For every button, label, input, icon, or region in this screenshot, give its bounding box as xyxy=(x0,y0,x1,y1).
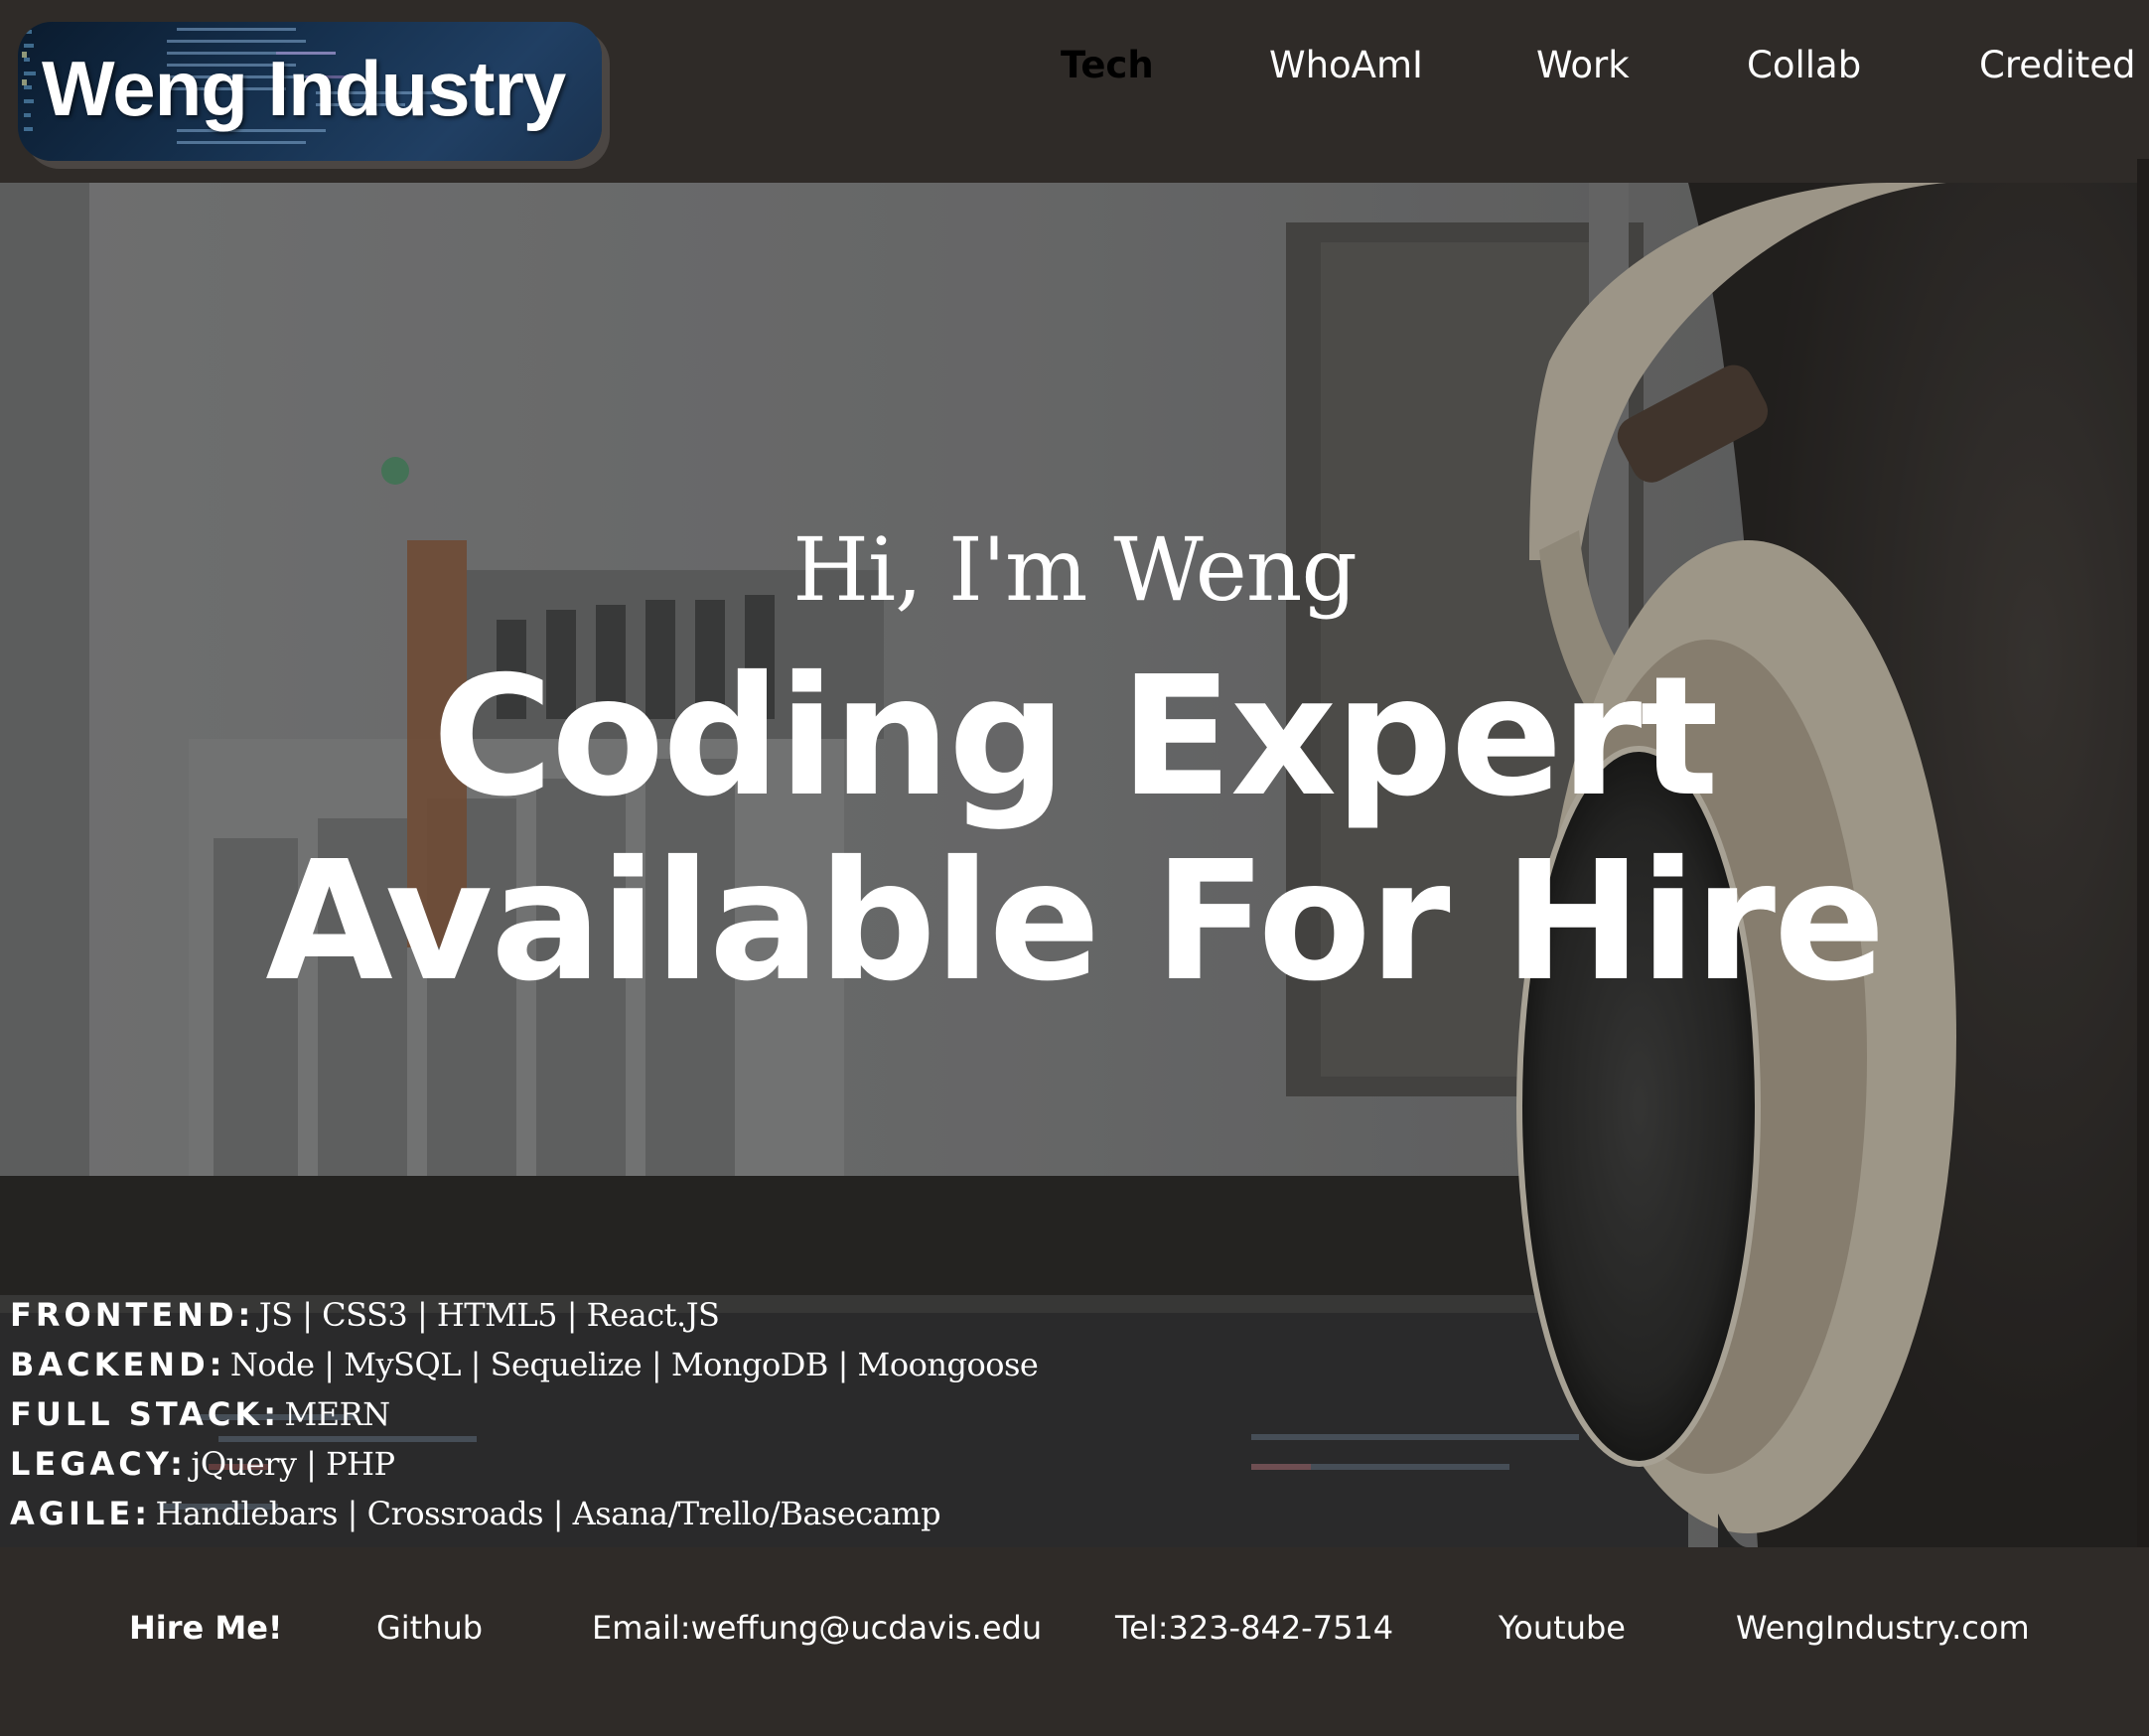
skill-row-frontend: FRONTEND: JS | CSS3 | HTML5 | React.JS xyxy=(10,1290,1038,1340)
footer-hire-me-link[interactable]: Hire Me! xyxy=(129,1609,283,1647)
footer-bar: Hire Me! Github Email:weffung@ucdavis.ed… xyxy=(0,1547,2149,1736)
page-scrollbar[interactable] xyxy=(2137,159,2149,1549)
footer-github-link[interactable]: Github xyxy=(376,1609,483,1647)
footer-phone-link[interactable]: Tel:323-842-7514 xyxy=(1115,1609,1393,1647)
nav-whoami[interactable]: WhoAmI xyxy=(1269,44,1423,99)
skill-row-backend: BACKEND: Node | MySQL | Sequelize | Mong… xyxy=(10,1340,1039,1389)
skills-list: FRONTEND: JS | CSS3 | HTML5 | React.JS B… xyxy=(10,1290,1039,1538)
skill-label: AGILE: xyxy=(10,1495,151,1532)
footer-email-link[interactable]: Email:weffung@ucdavis.edu xyxy=(592,1609,1042,1647)
skill-items: Node | MySQL | Sequelize | MongoDB | Moo… xyxy=(229,1346,1039,1383)
hero-greeting: Hi, I'm Weng xyxy=(792,518,1358,621)
skill-items: Handlebars | Crossroads | Asana/Trello/B… xyxy=(155,1495,941,1532)
hero-headline-line1: Coding Expert xyxy=(432,642,1719,833)
skill-items: jQuery | PHP xyxy=(191,1445,395,1483)
hero-section: Hi, I'm Weng Coding Expert Available For… xyxy=(0,183,2149,1547)
top-navigation-bar: Weng Industry Tech WhoAmI Work Collab Cr… xyxy=(0,0,2149,183)
skill-row-agile: AGILE: Handlebars | Crossroads | Asana/T… xyxy=(10,1489,1038,1538)
skill-row-legacy: LEGACY: jQuery | PHP xyxy=(10,1439,1038,1489)
footer-website-link[interactable]: WengIndustry.com xyxy=(1736,1609,2030,1647)
skill-items: JS | CSS3 | HTML5 | React.JS xyxy=(258,1296,720,1334)
nav-credited[interactable]: Credited xyxy=(1979,44,2136,99)
footer-youtube-link[interactable]: Youtube xyxy=(1499,1609,1626,1647)
skill-label: FULL STACK: xyxy=(10,1395,280,1433)
skill-items: MERN xyxy=(284,1395,390,1433)
skill-label: LEGACY: xyxy=(10,1445,187,1483)
nav-work[interactable]: Work xyxy=(1536,44,1630,99)
skill-label: BACKEND: xyxy=(10,1346,226,1383)
site-logo[interactable]: Weng Industry xyxy=(18,22,602,161)
nav-collab[interactable]: Collab xyxy=(1747,44,1861,99)
skill-row-fullstack: FULL STACK: MERN xyxy=(10,1389,1038,1439)
logo-text: Weng Industry xyxy=(42,45,566,132)
hero-headline-line2: Available For Hire xyxy=(265,826,1885,1018)
nav-tech[interactable]: Tech xyxy=(1061,44,1154,99)
skill-label: FRONTEND: xyxy=(10,1296,255,1334)
